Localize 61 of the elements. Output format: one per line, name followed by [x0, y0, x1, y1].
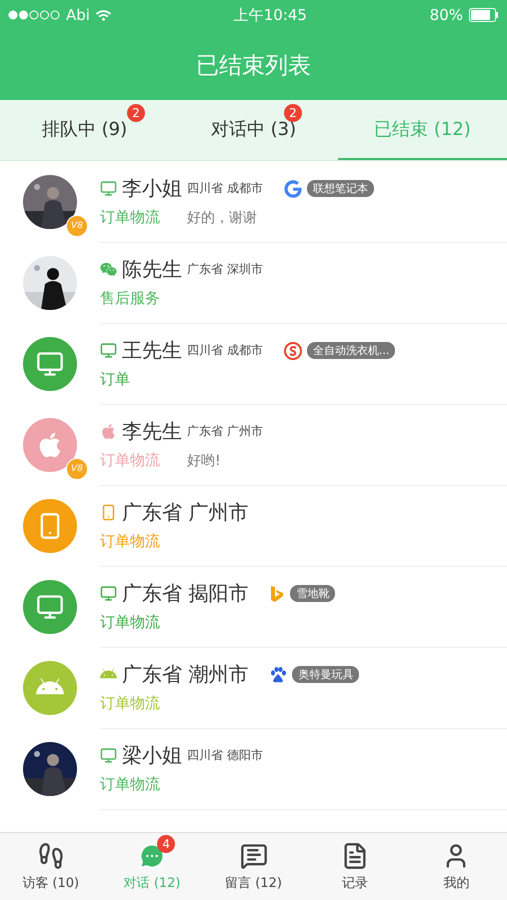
footprint-icon — [36, 842, 65, 870]
count-badge: 2 — [127, 104, 145, 122]
monitor-icon — [100, 342, 117, 359]
level-badge: V8 — [66, 214, 88, 236]
nav-tab[interactable]: 对话 (12) 4 — [101, 833, 203, 900]
s-logo-icon — [284, 342, 302, 360]
nav-tab[interactable]: 留言 (12) — [202, 833, 304, 900]
battery-percent: 80% — [430, 6, 463, 24]
topic-label: 订单物流 — [100, 208, 160, 227]
monitor-icon — [100, 180, 117, 197]
level-badge: V8 — [66, 458, 88, 480]
topic-label: 售后服务 — [100, 289, 160, 308]
product-tag: 全自动洗衣机... — [306, 342, 396, 359]
monitor-icon — [36, 350, 64, 378]
apple-icon — [100, 423, 117, 440]
topic-label: 订单物流 — [100, 694, 160, 713]
visitor-location: 四川省 成都市 — [187, 342, 263, 359]
paw-icon — [269, 666, 288, 684]
visitor-name: 李小姐 — [122, 175, 182, 202]
topic-label: 订单 — [100, 370, 130, 389]
google-icon — [284, 180, 302, 198]
battery-icon — [469, 8, 499, 22]
visitor-location: 广东省 深圳市 — [187, 261, 263, 278]
topic-label: 订单物流 — [100, 532, 160, 551]
message-icon — [240, 842, 268, 870]
monitor-icon — [100, 585, 117, 602]
nav-tab[interactable]: 访客 (10) — [0, 833, 102, 900]
nav-tab[interactable]: 记录 — [304, 833, 406, 900]
chat-bubbles-icon — [100, 261, 117, 278]
monitor-icon — [100, 747, 117, 764]
nav-tab[interactable]: 我的 — [406, 833, 507, 900]
page-title: 已结束列表 — [196, 52, 311, 80]
topic-label: 订单物流 — [100, 613, 160, 632]
visitor-location: 广东省 广州市 — [187, 423, 263, 440]
tab[interactable]: 排队中 (9) 2 — [0, 100, 169, 160]
count-badge: 2 — [284, 104, 302, 122]
visitor-location: 四川省 德阳市 — [187, 747, 263, 764]
topic-label: 订单物流 — [100, 451, 160, 470]
count-badge: 4 — [157, 835, 176, 853]
monitor-icon — [36, 592, 64, 620]
topic-label: 订单物流 — [100, 775, 160, 794]
last-message: 好哟! — [187, 452, 221, 470]
product-tag: 雪地靴 — [290, 585, 336, 602]
visitor-name: 王先生 — [122, 337, 182, 364]
product-tag: 联想笔记本 — [306, 180, 374, 197]
last-message: 好的，谢谢 — [187, 208, 257, 226]
carrier-name: Abi — [66, 6, 90, 24]
visitor-name: 李先生 — [122, 418, 182, 445]
product-tag: 奥特曼玩具 — [292, 666, 360, 683]
visitor-name: 广东省 广州市 — [122, 499, 248, 526]
b-logo-icon — [269, 584, 286, 602]
visitor-name: 广东省 揭阳市 — [122, 580, 248, 607]
visitor-name: 广东省 潮州市 — [122, 661, 248, 688]
visitor-location: 四川省 成都市 — [187, 180, 263, 197]
visitor-name: 陈先生 — [122, 256, 182, 283]
clock: 上午10:45 — [234, 6, 307, 24]
smartphone-icon — [100, 504, 117, 521]
visitor-name: 梁小姐 — [122, 742, 182, 769]
tab[interactable]: 对话中 (3) 2 — [169, 100, 338, 160]
wifi-icon — [96, 8, 111, 22]
signal-icon — [8, 10, 60, 20]
